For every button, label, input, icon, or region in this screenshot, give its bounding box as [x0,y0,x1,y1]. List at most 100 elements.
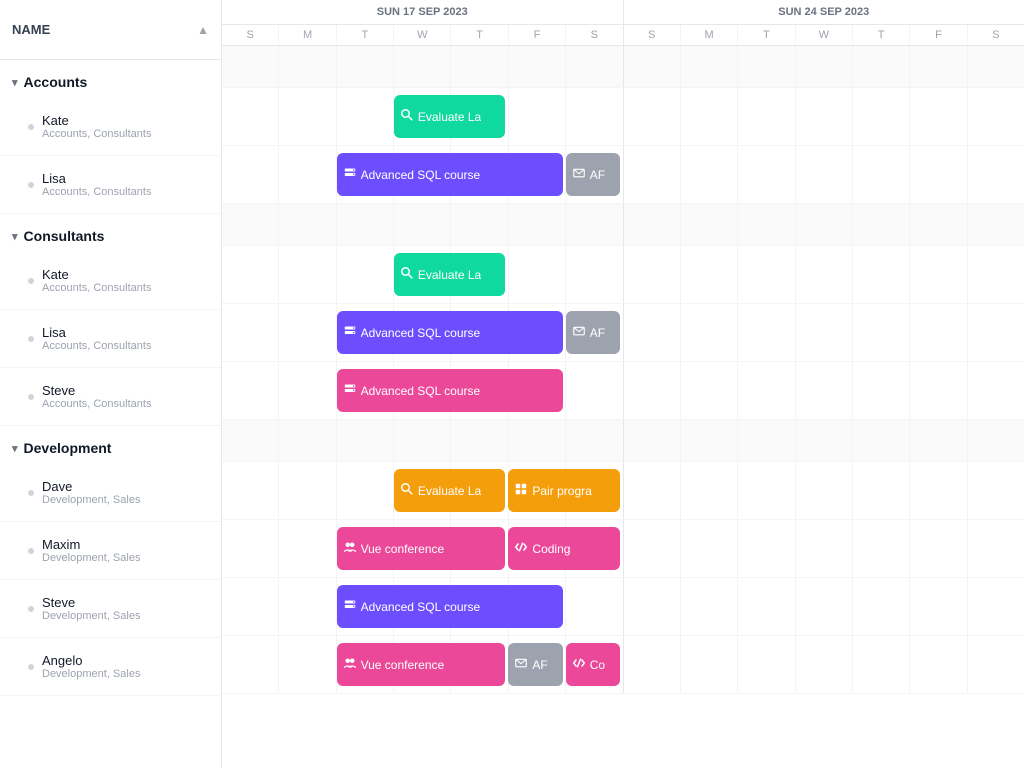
dot-icon [28,548,34,554]
dot-icon [28,336,34,342]
person-name: Lisa [42,325,151,340]
list-item: Angelo Development, Sales [0,638,221,696]
dot-icon [28,664,34,670]
group-label-consultants: Consultants [24,228,105,244]
dot-icon [28,490,34,496]
week-label-1: SUN 17 SEP 2023 [222,0,624,24]
calendar-event[interactable]: Advanced SQL course [337,369,563,412]
person-name: Angelo [42,653,140,668]
group-label-development: Development [24,440,112,456]
table-row [222,420,1024,462]
event-label: Evaluate La [418,268,481,282]
event-icon [344,167,356,182]
dot-icon [28,394,34,400]
calendar-header: SUN 17 SEP 2023 SUN 24 SEP 2023 SMTWTFSS… [222,0,1024,46]
calendar-event[interactable]: Vue conference [337,643,506,686]
day-header-2: T [337,25,394,45]
day-header-7: S [624,25,681,45]
table-row: Vue conference AF Co [222,636,1024,694]
list-item: Steve Accounts, Consultants [0,368,221,426]
calendar-event[interactable]: Coding [508,527,620,570]
calendar-event[interactable]: AF [566,311,620,354]
dot-icon [28,606,34,612]
list-item: Lisa Accounts, Consultants [0,310,221,368]
event-icon [401,483,413,498]
day-header-10: W [796,25,853,45]
sidebar-header: NAME ▲ [0,0,221,60]
event-icon [344,325,356,340]
event-label: Coding [532,542,570,556]
day-header-5: F [509,25,566,45]
event-label: Advanced SQL course [361,326,481,340]
person-name: Maxim [42,537,140,552]
person-name: Kate [42,267,151,282]
person-name: Dave [42,479,140,494]
day-header-4: T [451,25,508,45]
calendar-event[interactable]: Advanced SQL course [337,311,563,354]
person-role: Development, Sales [42,552,140,564]
day-header-12: F [910,25,967,45]
calendar-event[interactable]: Vue conference [337,527,506,570]
person-role: Accounts, Consultants [42,128,151,140]
name-label: NAME [12,22,50,37]
list-item: Kate Accounts, Consultants [0,98,221,156]
group-header-consultants[interactable]: ▾ Consultants [0,214,221,252]
event-icon [344,599,356,614]
event-label: Advanced SQL course [361,600,481,614]
person-role: Accounts, Consultants [42,340,151,352]
day-header-3: W [394,25,451,45]
person-role: Accounts, Consultants [42,398,151,410]
day-header-8: M [681,25,738,45]
sidebar: NAME ▲ ▾ Accounts Kate Accounts, Consult… [0,0,222,768]
event-icon [573,657,585,672]
week-label-2: SUN 24 SEP 2023 [624,0,1024,24]
table-row: Advanced SQL course AF [222,146,1024,204]
event-icon [401,109,413,124]
table-row: Advanced SQL course [222,578,1024,636]
day-header-13: S [968,25,1024,45]
calendar-event[interactable]: Advanced SQL course [337,153,563,196]
table-row: Advanced SQL course [222,362,1024,420]
chevron-icon: ▾ [12,76,18,89]
event-label: Co [590,658,605,672]
chevron-icon: ▾ [12,442,18,455]
table-row: Advanced SQL course AF [222,304,1024,362]
event-icon [344,383,356,398]
calendar-event[interactable]: Evaluate La [394,469,506,512]
event-label: AF [590,326,605,340]
event-label: Advanced SQL course [361,168,481,182]
day-header-9: T [738,25,795,45]
person-name: Steve [42,595,140,610]
calendar-event[interactable]: Co [566,643,620,686]
calendar-event[interactable]: AF [566,153,620,196]
day-header-6: S [566,25,623,45]
list-item: Dave Development, Sales [0,464,221,522]
sort-icon[interactable]: ▲ [197,23,209,37]
day-header-0: S [222,25,279,45]
day-header-11: T [853,25,910,45]
group-header-accounts[interactable]: ▾ Accounts [0,60,221,98]
table-row: Evaluate La [222,88,1024,146]
person-name: Kate [42,113,151,128]
table-row: Evaluate La Pair progra [222,462,1024,520]
calendar-event[interactable]: Evaluate La [394,253,506,296]
table-row [222,204,1024,246]
person-role: Development, Sales [42,494,140,506]
event-label: Advanced SQL course [361,384,481,398]
event-label: Evaluate La [418,110,481,124]
person-role: Development, Sales [42,668,140,680]
event-icon [401,267,413,282]
calendar-event[interactable]: AF [508,643,562,686]
group-label-accounts: Accounts [24,74,88,90]
group-header-development[interactable]: ▾ Development [0,426,221,464]
calendar-event[interactable]: Pair progra [508,469,620,512]
event-label: Evaluate La [418,484,481,498]
calendar-event[interactable]: Advanced SQL course [337,585,563,628]
list-item: Steve Development, Sales [0,580,221,638]
event-label: Vue conference [361,658,445,672]
calendar-event[interactable]: Evaluate La [394,95,506,138]
day-header-1: M [279,25,336,45]
event-icon [515,483,527,498]
person-role: Accounts, Consultants [42,282,151,294]
event-icon [573,167,585,182]
